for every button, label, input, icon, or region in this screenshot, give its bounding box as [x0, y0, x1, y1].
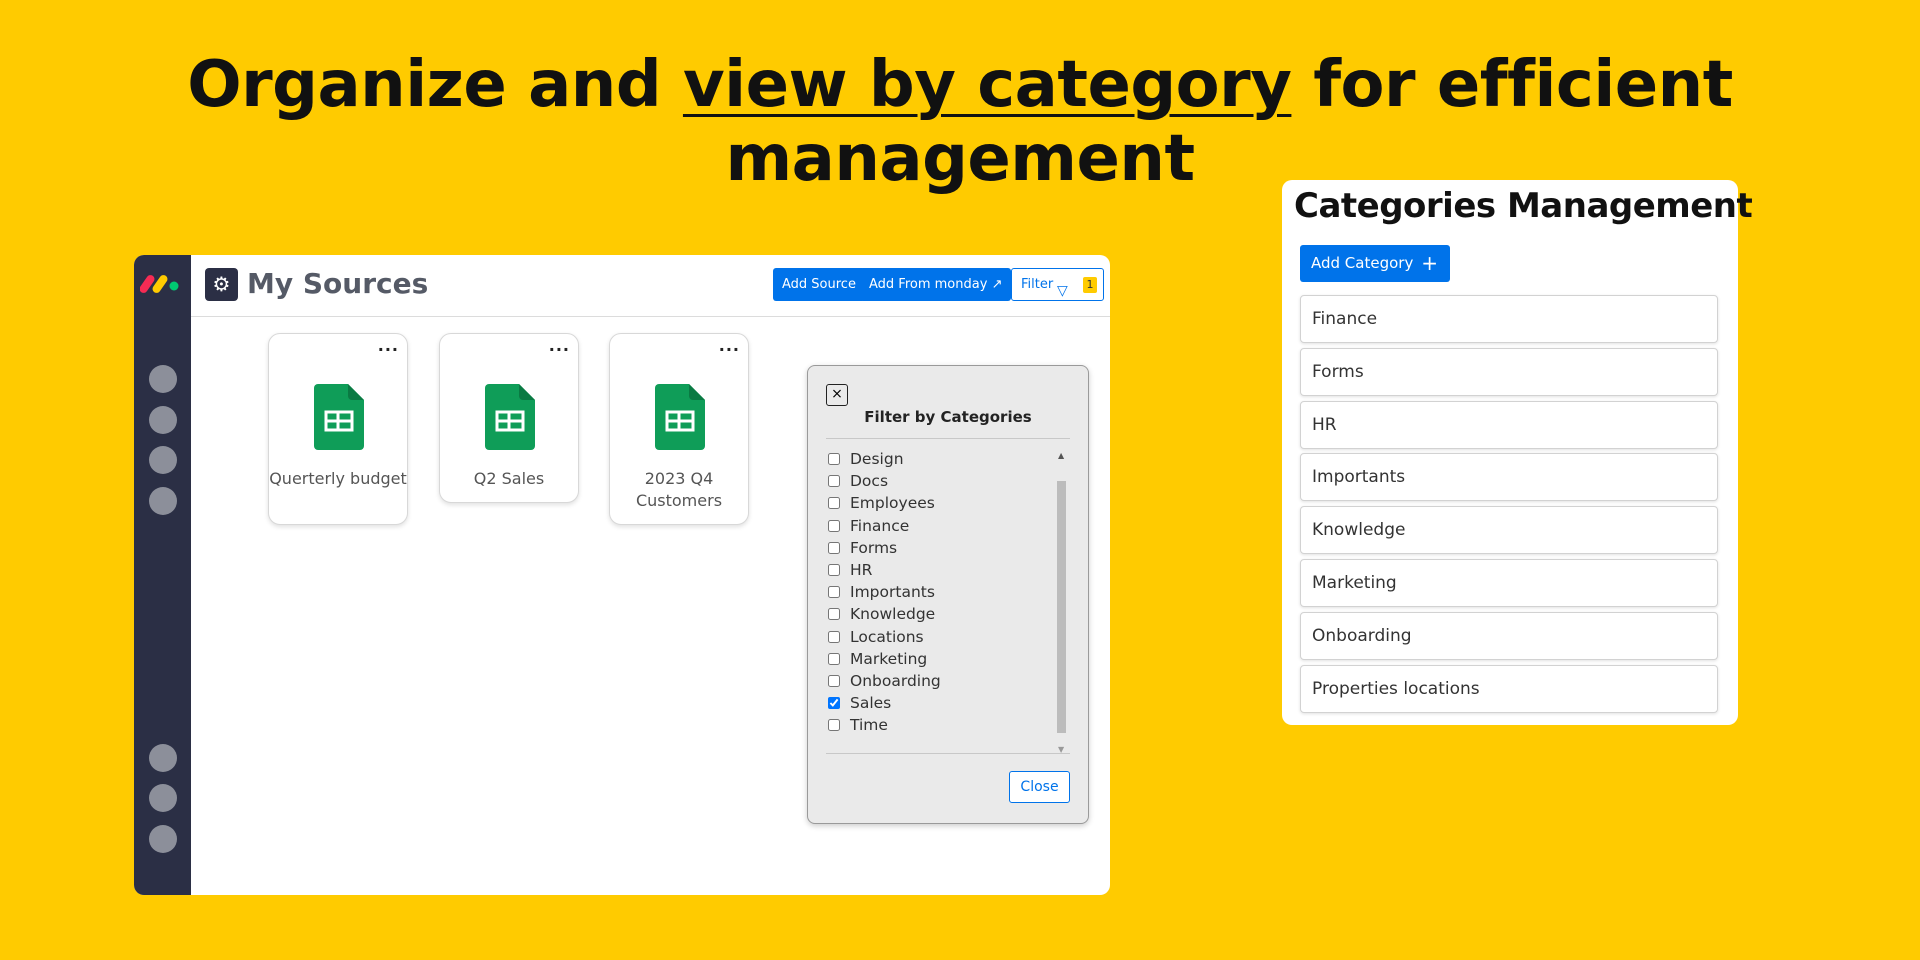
divider	[826, 438, 1070, 439]
page-title: My Sources	[247, 267, 429, 300]
category-checkbox-label: Finance	[850, 516, 910, 535]
category-item[interactable]: Marketing	[1300, 559, 1718, 607]
rail-nav-icon[interactable]	[149, 446, 177, 474]
category-checkbox-row[interactable]: Sales	[826, 692, 1046, 714]
category-checkbox[interactable]	[828, 608, 840, 621]
category-checkbox-row[interactable]: Forms	[826, 537, 1046, 559]
category-checkbox[interactable]	[828, 652, 840, 665]
filter-dialog-title: Filter by Categories	[864, 408, 1032, 426]
category-checkbox-row[interactable]: Knowledge	[826, 603, 1046, 625]
source-card[interactable]: ... 2023 Q4 Customers	[609, 333, 749, 525]
monday-logo-icon	[140, 275, 179, 293]
category-checkbox-label: Time	[850, 716, 888, 735]
category-checkbox-row[interactable]: Docs	[826, 470, 1046, 492]
left-rail	[134, 255, 191, 895]
filter-button[interactable]: Filter ▽ 1	[1011, 268, 1104, 301]
rail-nav-icon[interactable]	[149, 365, 177, 393]
category-checkbox-label: Sales	[850, 694, 892, 713]
category-item[interactable]: Onboarding	[1300, 611, 1718, 660]
category-checkbox-row[interactable]: Employees	[826, 492, 1046, 514]
category-checkbox[interactable]	[828, 697, 840, 710]
category-checkbox-label: Design	[850, 450, 904, 469]
category-item[interactable]: Properties locations	[1300, 664, 1718, 713]
google-sheets-icon	[485, 384, 535, 450]
category-checkbox-row[interactable]: Design	[826, 448, 1046, 470]
filter-count-badge: 1	[1083, 277, 1097, 293]
add-source-label: Add Source	[782, 277, 856, 292]
add-category-label: Add Category	[1311, 254, 1414, 272]
google-sheets-icon	[314, 384, 364, 450]
rail-nav-icon[interactable]	[149, 744, 177, 772]
category-checkbox-list: Design Docs Employees Finance Forms HR Importa…	[826, 448, 1046, 736]
category-checkbox-row[interactable]: Locations	[826, 626, 1046, 648]
category-checkbox-row[interactable]: Importants	[826, 581, 1046, 603]
category-checkbox-row[interactable]: Finance	[826, 515, 1046, 537]
google-sheets-icon	[655, 384, 705, 450]
source-name: Q2 Sales	[473, 469, 545, 488]
rail-nav-icon[interactable]	[149, 784, 177, 812]
add-from-monday-label: Add From monday	[869, 277, 988, 292]
plus-icon: +	[1421, 251, 1438, 275]
filter-off-icon: ⨯	[826, 384, 848, 406]
source-name: 2023 Q4 Customers	[635, 469, 723, 510]
funnel-icon: ▽	[1057, 283, 1068, 299]
brain-icon: ⚙	[205, 268, 238, 301]
category-checkbox-label: Docs	[850, 472, 889, 491]
categories-management-panel: Categories Management Add Category + Fin…	[1282, 180, 1753, 725]
add-source-button[interactable]: Add Source	[773, 268, 865, 301]
app-header: ⚙ My Sources Add Source Add From monday …	[191, 255, 1110, 317]
category-checkbox-label: HR	[850, 561, 873, 580]
source-card[interactable]: ... Q2 Sales	[439, 333, 579, 503]
category-checkbox[interactable]	[828, 497, 840, 510]
add-from-monday-button[interactable]: Add From monday ↗	[860, 268, 1012, 301]
source-name: Querterly budget	[269, 469, 407, 488]
rail-nav-icon[interactable]	[149, 406, 177, 434]
divider	[826, 753, 1070, 754]
category-checkbox[interactable]	[828, 541, 840, 554]
rail-nav-icon[interactable]	[149, 487, 177, 515]
pin-icon: ↗	[991, 277, 1003, 292]
category-checkbox[interactable]	[828, 475, 840, 488]
more-options-icon[interactable]: ...	[719, 336, 740, 355]
scroll-up-icon[interactable]: ▲	[1058, 451, 1064, 460]
category-item[interactable]: Finance	[1300, 295, 1718, 343]
headline-highlight: view by category	[682, 48, 1292, 122]
category-checkbox[interactable]	[828, 519, 840, 532]
app-window: ⚙ My Sources Add Source Add From monday …	[134, 255, 1110, 895]
category-checkbox-label: Marketing	[850, 649, 928, 668]
more-options-icon[interactable]: ...	[549, 336, 570, 355]
category-checkbox-label: Forms	[850, 538, 898, 557]
more-options-icon[interactable]: ...	[378, 336, 399, 355]
panel-title: Categories Management	[1294, 186, 1753, 226]
category-checkbox[interactable]	[828, 719, 840, 732]
headline: Organize and view by category for effici…	[0, 48, 1920, 196]
category-checkbox-row[interactable]: HR	[826, 559, 1046, 581]
category-checkbox-label: Knowledge	[850, 605, 936, 624]
category-checkbox-row[interactable]: Marketing	[826, 648, 1046, 670]
add-category-button[interactable]: Add Category +	[1300, 245, 1450, 282]
category-checkbox[interactable]	[828, 630, 840, 643]
rail-nav-icon[interactable]	[149, 825, 177, 853]
category-checkbox-label: Locations	[850, 627, 924, 646]
category-item[interactable]: Forms	[1300, 347, 1718, 396]
scrollbar-thumb[interactable]	[1057, 481, 1066, 733]
category-checkbox-label: Employees	[850, 494, 935, 513]
source-card[interactable]: ... Querterly budget	[268, 333, 408, 525]
category-item[interactable]: Knowledge	[1300, 506, 1718, 555]
category-checkbox-label: Onboarding	[850, 671, 941, 690]
category-checkbox[interactable]	[828, 453, 840, 466]
category-checkbox-label: Importants	[850, 583, 935, 602]
close-button[interactable]: Close	[1009, 771, 1070, 803]
category-checkbox[interactable]	[828, 564, 840, 577]
category-item[interactable]: HR	[1300, 400, 1718, 449]
category-item[interactable]: Importants	[1300, 453, 1718, 502]
scrollbar[interactable]: ▲ ▼	[1056, 451, 1068, 754]
category-checkbox[interactable]	[828, 586, 840, 599]
category-checkbox[interactable]	[828, 674, 840, 687]
filter-label: Filter	[1021, 277, 1054, 292]
category-checkbox-row[interactable]: Time	[826, 714, 1046, 736]
filter-dialog: ⨯ Filter by Categories Design Docs Employe…	[807, 365, 1089, 824]
category-checkbox-row[interactable]: Onboarding	[826, 670, 1046, 692]
headline-before: Organize and	[187, 48, 683, 122]
